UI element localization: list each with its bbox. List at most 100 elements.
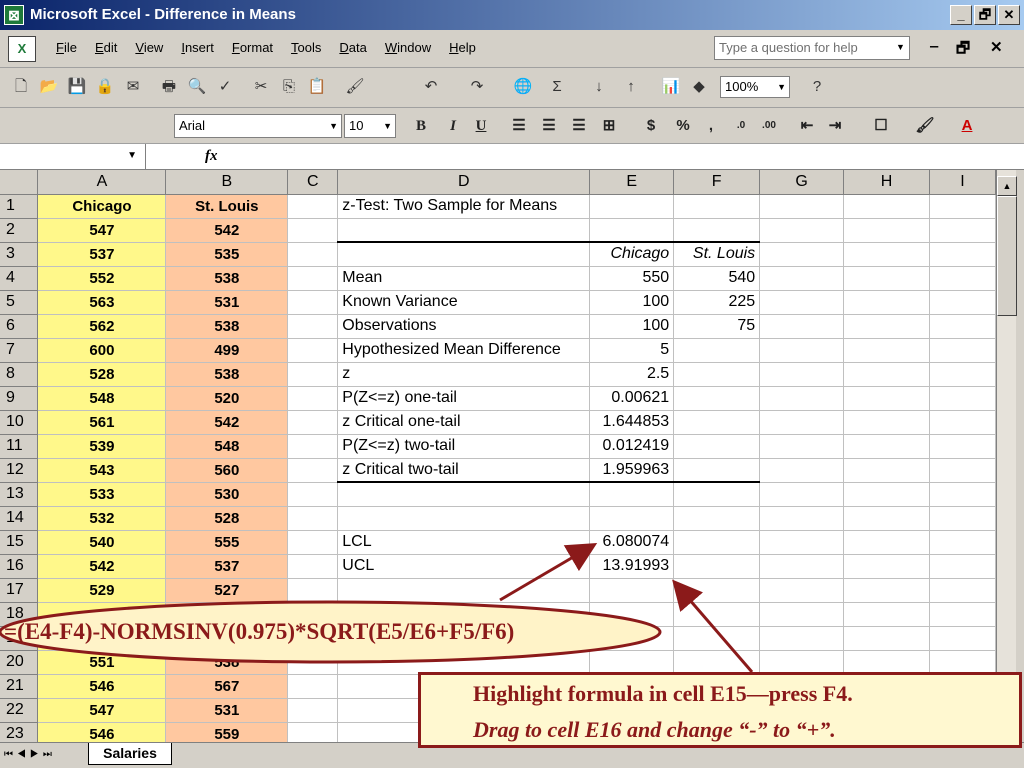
minimize-button[interactable]: _ xyxy=(950,5,972,25)
cell-f-3[interactable]: St. Louis xyxy=(673,241,761,267)
sheet-tab-salaries[interactable]: Salaries xyxy=(88,743,172,765)
hyperlink-icon[interactable]: 🌐 xyxy=(512,76,534,98)
cell-b-23[interactable]: 559 xyxy=(165,722,289,742)
cell-e-3[interactable]: Chicago xyxy=(589,241,675,267)
cell-i-18[interactable] xyxy=(929,602,996,627)
cell-d-15[interactable]: LCL xyxy=(337,530,591,555)
cell-g-12[interactable] xyxy=(759,458,845,483)
cell-i-12[interactable] xyxy=(929,458,996,483)
cell-c-10[interactable] xyxy=(287,410,339,435)
row-header[interactable]: 9 xyxy=(0,386,39,411)
cell-h-6[interactable] xyxy=(843,314,930,339)
cell-b-17[interactable]: 527 xyxy=(165,578,289,603)
column-header-g[interactable]: G xyxy=(759,170,845,195)
cell-e-4[interactable]: 550 xyxy=(589,266,675,291)
select-all-corner[interactable] xyxy=(0,170,39,195)
cell-d-5[interactable]: Known Variance xyxy=(337,290,591,315)
cell-b-6[interactable]: 538 xyxy=(165,314,289,339)
cell-h-7[interactable] xyxy=(843,338,930,363)
cell-a-2[interactable]: 547 xyxy=(37,218,167,243)
cell-c-23[interactable] xyxy=(287,722,339,742)
cell-a-7[interactable]: 600 xyxy=(37,338,167,363)
cell-a-4[interactable]: 552 xyxy=(37,266,167,291)
align-right-icon[interactable]: ☰ xyxy=(568,116,590,136)
cell-g-6[interactable] xyxy=(759,314,845,339)
cell-b-7[interactable]: 499 xyxy=(165,338,289,363)
cell-i-19[interactable] xyxy=(929,626,996,651)
menu-data[interactable]: Data xyxy=(339,40,376,55)
email-icon[interactable]: ✉ xyxy=(122,76,144,98)
cell-e-6[interactable]: 100 xyxy=(589,314,675,339)
cell-a-5[interactable]: 563 xyxy=(37,290,167,315)
cell-e-9[interactable]: 0.00621 xyxy=(589,386,675,411)
cell-b-11[interactable]: 548 xyxy=(165,434,289,459)
cell-e-7[interactable]: 5 xyxy=(589,338,675,363)
cell-b-20[interactable]: 538 xyxy=(165,650,289,675)
cell-b-21[interactable]: 567 xyxy=(165,674,289,699)
print-icon[interactable]: 🖶 xyxy=(158,76,180,98)
cell-c-8[interactable] xyxy=(287,362,339,387)
sheet-navigation-arrows[interactable]: ⏮◀▶⏭ xyxy=(4,749,56,760)
insert-function-icon[interactable]: fx xyxy=(205,148,218,165)
cell-f-2[interactable] xyxy=(673,218,761,243)
font-size-select[interactable]: 10 ▼ xyxy=(344,114,396,138)
row-header[interactable]: 10 xyxy=(0,410,39,435)
cell-g-3[interactable] xyxy=(759,242,845,267)
cell-i-8[interactable] xyxy=(929,362,996,387)
cell-d-11[interactable]: P(Z<=z) two-tail xyxy=(337,434,591,459)
cell-a-20[interactable]: 551 xyxy=(37,650,167,675)
cell-a-22[interactable]: 547 xyxy=(37,698,167,723)
cell-i-10[interactable] xyxy=(929,410,996,435)
cell-i-14[interactable] xyxy=(929,506,996,531)
autosum-icon[interactable]: Σ xyxy=(546,76,568,98)
cell-c-4[interactable] xyxy=(287,266,339,291)
cell-f-5[interactable]: 225 xyxy=(673,290,761,315)
row-header[interactable]: 8 xyxy=(0,362,39,387)
cell-b-4[interactable]: 538 xyxy=(165,266,289,291)
row-header[interactable]: 3 xyxy=(0,242,39,267)
cell-a-13[interactable]: 533 xyxy=(37,482,167,507)
cell-f-6[interactable]: 75 xyxy=(673,314,761,339)
column-header-a[interactable]: A xyxy=(37,170,167,195)
cell-h-12[interactable] xyxy=(843,458,930,483)
cell-a-21[interactable]: 546 xyxy=(37,674,167,699)
chevron-down-icon[interactable]: ▼ xyxy=(896,42,905,52)
row-header[interactable]: 11 xyxy=(0,434,39,459)
chart-wizard-icon[interactable]: 📊 xyxy=(660,76,682,98)
cell-c-2[interactable] xyxy=(287,218,339,243)
cell-e-1[interactable] xyxy=(589,194,675,219)
cell-g-9[interactable] xyxy=(759,386,845,411)
decrease-decimal-icon[interactable]: .00 xyxy=(758,116,780,136)
cell-i-13[interactable] xyxy=(929,482,996,507)
cell-f-18[interactable] xyxy=(673,602,761,627)
row-header[interactable]: 14 xyxy=(0,506,39,531)
cell-a-11[interactable]: 539 xyxy=(37,434,167,459)
cell-g-1[interactable] xyxy=(759,194,845,219)
row-header[interactable]: 21 xyxy=(0,674,39,699)
cell-a-9[interactable]: 548 xyxy=(37,386,167,411)
cell-d-4[interactable]: Mean xyxy=(337,266,591,291)
doc-minimize-button[interactable]: ‒ xyxy=(930,38,938,55)
column-header-h[interactable]: H xyxy=(843,170,930,195)
cell-b-15[interactable]: 555 xyxy=(165,530,289,555)
menu-file[interactable]: File xyxy=(56,40,87,55)
cell-c-13[interactable] xyxy=(287,482,339,507)
cell-b-5[interactable]: 531 xyxy=(165,290,289,315)
cell-c-12[interactable] xyxy=(287,458,339,483)
cell-i-17[interactable] xyxy=(929,578,996,603)
cell-c-16[interactable] xyxy=(287,554,339,579)
menu-insert[interactable]: Insert xyxy=(181,40,224,55)
comma-icon[interactable]: , xyxy=(700,116,722,136)
close-button[interactable]: ✕ xyxy=(998,5,1020,25)
cell-f-14[interactable] xyxy=(673,506,761,531)
currency-icon[interactable]: $ xyxy=(640,116,662,136)
cell-e-17[interactable] xyxy=(589,578,675,603)
row-header[interactable]: 2 xyxy=(0,218,39,243)
cell-i-11[interactable] xyxy=(929,434,996,459)
cell-f-1[interactable] xyxy=(673,194,761,219)
row-header[interactable]: 17 xyxy=(0,578,39,603)
row-header[interactable]: 4 xyxy=(0,266,39,291)
scroll-thumb[interactable] xyxy=(997,196,1017,316)
doc-close-button[interactable]: ✕ xyxy=(990,38,1003,56)
cell-f-17[interactable] xyxy=(673,578,761,603)
